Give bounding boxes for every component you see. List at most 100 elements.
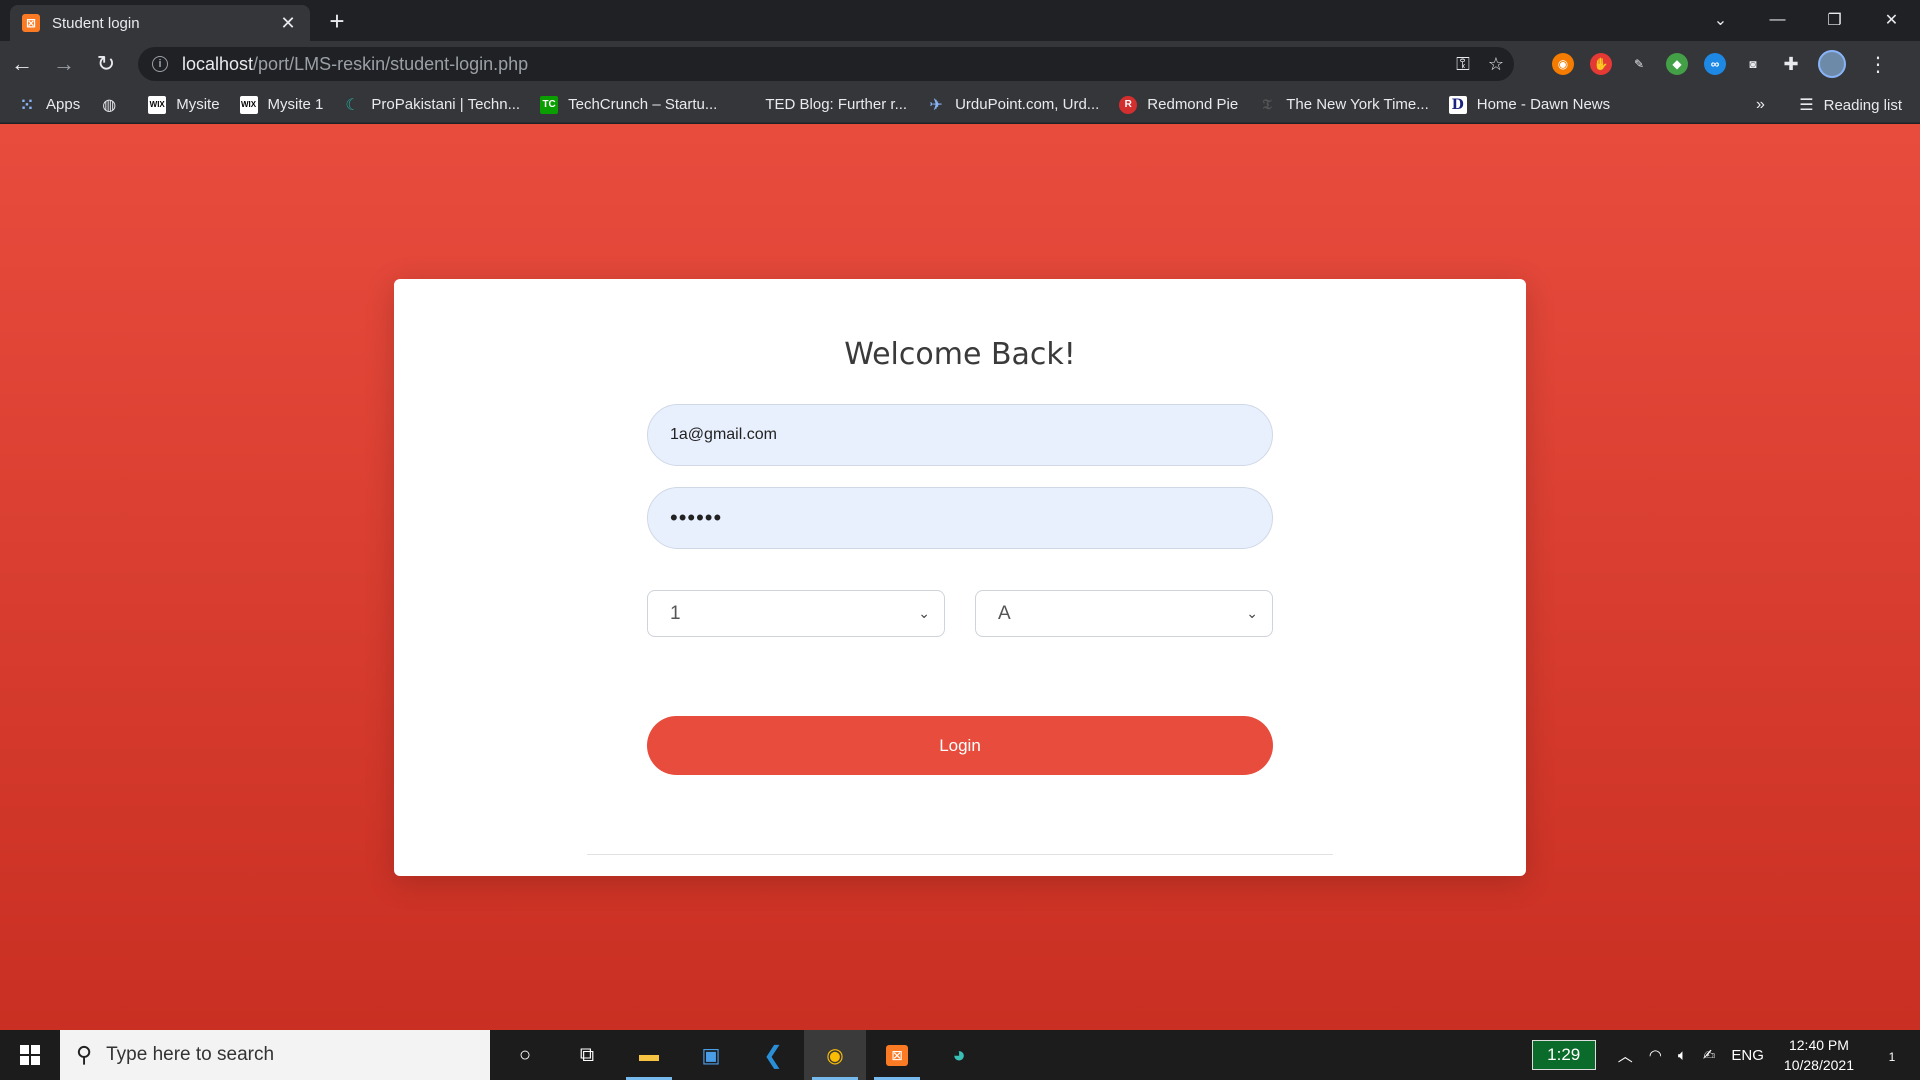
login-button[interactable]: Login — [647, 716, 1273, 775]
restore-button[interactable]: ❐ — [1806, 0, 1863, 40]
more-bookmarks-button[interactable]: » — [1756, 87, 1765, 123]
bookmark-label: ProPakistani | Techn... — [371, 96, 521, 113]
start-button[interactable] — [0, 1030, 60, 1080]
extension-rss-icon[interactable]: ◉ — [1552, 53, 1574, 75]
tab-student-login[interactable]: ⊠ Student login ✕ — [10, 5, 310, 41]
tab-title: Student login — [52, 14, 140, 32]
extension-infinity-icon[interactable]: ∞ — [1704, 53, 1726, 75]
propakistani-icon: ☾ — [345, 96, 360, 114]
back-button[interactable]: ← — [2, 44, 42, 84]
section-select-value: A — [998, 602, 1011, 624]
email-field[interactable]: 1a@gmail.com — [647, 404, 1273, 466]
clock[interactable]: 12:40 PM 10/28/2021 — [1784, 1035, 1854, 1075]
pen-icon[interactable]: ✍︎ — [1703, 1046, 1716, 1064]
bookmark-label: Mysite — [176, 96, 220, 113]
language-indicator[interactable]: ENG — [1731, 1047, 1764, 1064]
minimize-button[interactable]: — — [1749, 0, 1806, 40]
bookmark-label: TechCrunch – Startu... — [568, 96, 718, 113]
url-text: localhost/port/LMS-reskin/student-login.… — [182, 54, 528, 75]
bookmarks-bar: ⁙ Apps ◍ WIX Mysite WIX Mysite 1 ☾ ProPa… — [0, 87, 1920, 123]
bookmark-label: The New York Time... — [1286, 96, 1429, 113]
control-panel-icon[interactable]: ▣ — [680, 1030, 742, 1080]
nyt-icon: 𝔗 — [1262, 96, 1272, 112]
bookmark-apps[interactable]: ⁙ Apps — [18, 96, 80, 114]
class-select-value: 1 — [670, 602, 681, 624]
wifi-icon[interactable]: ◠ — [1649, 1046, 1662, 1064]
bookmark-redmondpie[interactable]: R Redmond Pie — [1119, 95, 1239, 114]
xampp-taskbar-icon[interactable]: ⊠ — [866, 1030, 928, 1080]
battery-indicator[interactable]: 1:29 — [1531, 1040, 1596, 1070]
bookmark-globe[interactable]: ◍ — [100, 96, 128, 114]
page-title: Welcome Back! — [844, 337, 1076, 372]
urdupoint-icon: ✈ — [929, 96, 943, 114]
vscode-icon[interactable]: ❮ — [742, 1030, 804, 1080]
wix-icon: WIX — [239, 95, 258, 114]
bookmark-ted[interactable]: TED Blog: Further r... — [737, 96, 907, 114]
notification-count: 1 — [1888, 1049, 1896, 1064]
cortana-icon[interactable]: ○ — [494, 1030, 556, 1080]
browser-tabstrip: ⊠ Student login ✕ + ⌄ — ❐ ✕ — [0, 0, 1920, 41]
reading-list-label: Reading list — [1823, 96, 1902, 114]
extension-camera-icon[interactable]: ◙ — [1742, 53, 1764, 75]
extension-hand-icon[interactable]: ✋ — [1590, 53, 1612, 75]
bookmark-mysite[interactable]: WIX Mysite — [148, 95, 220, 114]
chrome-icon[interactable]: ◉ — [804, 1030, 866, 1080]
bookmark-propakistani[interactable]: ☾ ProPakistani | Techn... — [343, 96, 520, 114]
section-select[interactable]: A ⌄ — [975, 590, 1273, 637]
login-card: Welcome Back! 1a@gmail.com •••••• 1 ⌄ A … — [394, 279, 1526, 876]
omnibox-actions: ⚿ ☆ — [1456, 47, 1504, 81]
chevron-down-icon: ⌄ — [1246, 605, 1258, 621]
clock-date: 10/28/2021 — [1783, 1057, 1854, 1073]
bookmark-dawn[interactable]: D Home - Dawn News — [1448, 95, 1611, 114]
class-select[interactable]: 1 ⌄ — [647, 590, 945, 637]
edge-icon[interactable]: ◕ — [928, 1030, 990, 1080]
site-info-icon[interactable]: i — [152, 56, 168, 72]
system-tray: 1:29 ︿ ◠ 🔈︎ ✍︎ ENG 12:40 PM 10/28/2021 1 — [1531, 1030, 1920, 1080]
bookmark-label: Home - Dawn News — [1476, 96, 1611, 113]
bookmark-label: UrduPoint.com, Urd... — [955, 96, 1100, 113]
taskbar-apps: ○ ⧉ ▬ ▣ ❮ ◉ ⊠ ◕ — [494, 1030, 990, 1080]
extensions-puzzle-icon[interactable]: ✚ — [1780, 53, 1802, 75]
bookmark-techcrunch[interactable]: TC TechCrunch – Startu... — [540, 95, 718, 114]
windows-logo-icon — [20, 1045, 40, 1065]
globe-icon: ◍ — [102, 96, 117, 114]
bookmark-label: Apps — [46, 96, 81, 113]
show-hidden-icons-icon[interactable]: ︿ — [1618, 1045, 1633, 1066]
browser-menu-icon[interactable]: ⋮ — [1868, 52, 1888, 77]
bookmark-mysite-1[interactable]: WIX Mysite 1 — [239, 95, 323, 114]
notification-center-icon[interactable]: 1 — [1874, 1045, 1910, 1066]
redmondpie-icon: R — [1119, 95, 1138, 114]
reload-button[interactable]: ↻ — [86, 44, 126, 84]
extensions-area: ◉ ✋ ✎ ◆ ∞ ◙ ✚ ⋮ — [1552, 41, 1888, 87]
bookmark-label: Redmond Pie — [1147, 96, 1239, 113]
file-explorer-icon[interactable]: ▬ — [618, 1030, 680, 1080]
profile-avatar[interactable] — [1818, 50, 1846, 78]
bookmark-star-icon[interactable]: ☆ — [1488, 54, 1504, 75]
bookmark-label: TED Blog: Further r... — [765, 96, 908, 113]
xampp-icon: ⊠ — [22, 14, 40, 32]
extension-drive-icon[interactable]: ◆ — [1666, 53, 1688, 75]
task-view-icon[interactable]: ⧉ — [556, 1030, 618, 1080]
page-background: Welcome Back! 1a@gmail.com •••••• 1 ⌄ A … — [0, 124, 1920, 1030]
forward-button[interactable]: → — [44, 44, 84, 84]
techcrunch-icon: TC — [540, 95, 559, 114]
bookmark-urdupoint[interactable]: ✈ UrduPoint.com, Urd... — [927, 96, 1099, 114]
browser-toolbar: ← → ↻ i localhost/port/LMS-reskin/studen… — [0, 41, 1920, 87]
address-bar[interactable]: i localhost/port/LMS-reskin/student-logi… — [138, 47, 1514, 81]
taskbar: ⚲ Type here to search ○ ⧉ ▬ ▣ ❮ ◉ ⊠ ◕ 1:… — [0, 1030, 1920, 1080]
url-host: localhost — [182, 53, 254, 74]
volume-icon[interactable]: 🔈︎ — [1678, 1047, 1687, 1064]
apps-grid-icon: ⁙ — [20, 96, 34, 114]
bookmark-nyt[interactable]: 𝔗 The New York Time... — [1258, 96, 1429, 114]
ted-icon — [737, 96, 755, 114]
extension-pen-icon[interactable]: ✎ — [1628, 53, 1650, 75]
password-key-icon[interactable]: ⚿ — [1456, 54, 1470, 75]
close-tab-icon[interactable]: ✕ — [278, 13, 298, 34]
password-field[interactable]: •••••• — [647, 487, 1273, 549]
reading-list-button[interactable]: ☰ Reading list — [1799, 87, 1902, 123]
tab-search-icon[interactable]: ⌄ — [1692, 0, 1749, 40]
dawn-icon: D — [1448, 95, 1467, 114]
close-window-button[interactable]: ✕ — [1863, 0, 1920, 40]
new-tab-button[interactable]: + — [322, 8, 352, 36]
taskbar-search[interactable]: ⚲ Type here to search — [60, 1030, 490, 1080]
